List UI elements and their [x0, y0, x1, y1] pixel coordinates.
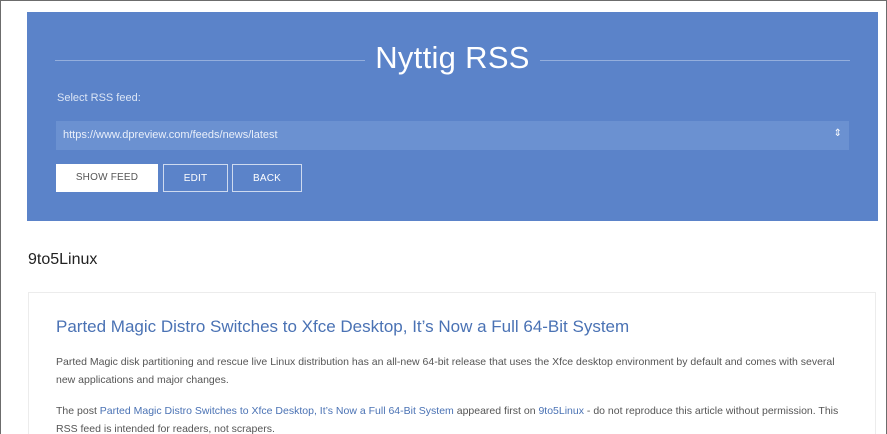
- hero-panel: Nyttig RSS Select RSS feed: https://www.…: [27, 12, 878, 221]
- title-row: Nyttig RSS: [55, 38, 850, 82]
- article-footer: The post Parted Magic Distro Switches to…: [56, 402, 856, 434]
- footer-site-link[interactable]: 9to5Linux: [538, 405, 584, 417]
- footer-mid-text: appeared first on: [453, 405, 539, 417]
- edit-button[interactable]: EDIT: [163, 164, 228, 192]
- article-title-link[interactable]: Parted Magic Distro Switches to Xfce Des…: [56, 317, 629, 337]
- up-down-caret-icon: ⇕: [833, 128, 842, 139]
- show-feed-button[interactable]: SHOW FEED: [56, 164, 158, 192]
- window-border-top: [0, 0, 887, 1]
- footer-post-link[interactable]: Parted Magic Distro Switches to Xfce Des…: [100, 405, 454, 417]
- feed-name-heading: 9to5Linux: [28, 251, 98, 268]
- app-title: Nyttig RSS: [375, 40, 530, 75]
- feed-select[interactable]: https://www.dpreview.com/feeds/news/late…: [56, 121, 849, 150]
- title-divider-right: [540, 60, 850, 61]
- feed-select-value: https://www.dpreview.com/feeds/news/late…: [63, 129, 278, 141]
- article-card: Parted Magic Distro Switches to Xfce Des…: [28, 292, 876, 434]
- feed-select-label: Select RSS feed:: [57, 92, 141, 104]
- back-button[interactable]: BACK: [232, 164, 302, 192]
- article-summary: Parted Magic disk partitioning and rescu…: [56, 356, 835, 386]
- window-border-left: [0, 0, 1, 434]
- footer-prefix-text: The post: [56, 405, 100, 417]
